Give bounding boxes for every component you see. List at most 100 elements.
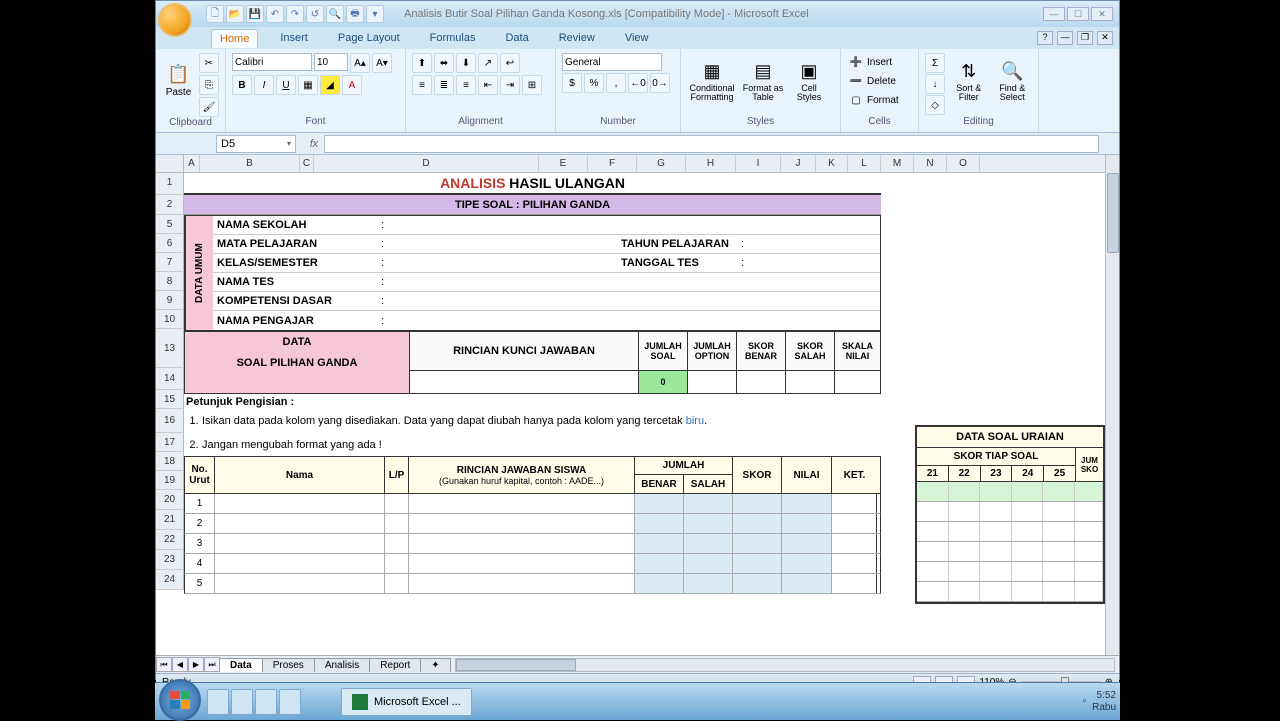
number-format-select[interactable]: [562, 53, 662, 71]
help-icon[interactable]: ?: [1037, 31, 1053, 45]
tab-nav-prev[interactable]: ◀: [172, 657, 188, 672]
table-row[interactable]: 4: [184, 554, 881, 574]
sheet-tab-new[interactable]: ✦: [420, 658, 450, 672]
row-header[interactable]: 13: [156, 329, 184, 368]
col-header[interactable]: G: [637, 155, 686, 172]
tab-home[interactable]: Home: [211, 29, 258, 48]
insert-cells-button[interactable]: ➕Insert: [847, 53, 894, 71]
taskbar-excel-task[interactable]: Microsoft Excel ...: [341, 688, 472, 716]
tab-insert[interactable]: Insert: [272, 29, 316, 47]
tab-review[interactable]: Review: [551, 29, 603, 47]
find-select-button[interactable]: 🔍Find & Select: [993, 53, 1033, 109]
decrease-indent-icon[interactable]: ⇤: [478, 75, 498, 95]
row-header[interactable]: 10: [156, 310, 184, 329]
tab-nav-first[interactable]: ⏮: [156, 657, 172, 672]
col-header[interactable]: D: [314, 155, 539, 172]
row-header[interactable]: 2: [156, 195, 184, 215]
qat-redo2-icon[interactable]: ↺: [306, 5, 324, 23]
paste-button[interactable]: 📋 Paste: [162, 53, 195, 109]
qat-undo-icon[interactable]: ↶: [266, 5, 284, 23]
quick-explorer-icon[interactable]: [231, 689, 253, 715]
formula-input[interactable]: [324, 135, 1099, 153]
qat-more-icon[interactable]: ▾: [366, 5, 384, 23]
row-header[interactable]: 8: [156, 272, 184, 291]
office-button[interactable]: [158, 3, 192, 37]
row-header[interactable]: 6: [156, 234, 184, 253]
tab-page-layout[interactable]: Page Layout: [330, 29, 408, 47]
vscroll-thumb[interactable]: [1107, 173, 1119, 253]
sheet-tab-data[interactable]: Data: [219, 658, 263, 672]
underline-button[interactable]: U: [276, 75, 296, 95]
row-header[interactable]: 9: [156, 291, 184, 310]
table-row[interactable]: 2: [184, 514, 881, 534]
format-cells-button[interactable]: ▢Format: [847, 91, 901, 109]
row-header[interactable]: 17: [156, 433, 184, 452]
close-button[interactable]: ✕: [1091, 7, 1113, 21]
qat-print-icon[interactable]: 🖶: [346, 5, 364, 23]
tab-data[interactable]: Data: [497, 29, 536, 47]
tray-icon[interactable]: ▫: [1083, 696, 1087, 707]
format-painter-icon[interactable]: 🖌: [199, 97, 219, 117]
quick-more-icon[interactable]: [279, 689, 301, 715]
row-header[interactable]: 22: [156, 530, 184, 550]
qat-save-icon[interactable]: 💾: [246, 5, 264, 23]
font-size-select[interactable]: [314, 53, 348, 71]
wrap-text-icon[interactable]: ↩: [500, 53, 520, 73]
font-name-select[interactable]: [232, 53, 312, 71]
col-header[interactable]: K: [816, 155, 848, 172]
align-middle-icon[interactable]: ⬌: [434, 53, 454, 73]
orientation-icon[interactable]: ↗: [478, 53, 498, 73]
col-header[interactable]: L: [848, 155, 881, 172]
col-header[interactable]: J: [781, 155, 816, 172]
hscroll-thumb[interactable]: [456, 659, 576, 671]
doc-close-button[interactable]: ✕: [1097, 31, 1113, 45]
sheet-tab-analisis[interactable]: Analisis: [314, 658, 370, 672]
grid-content[interactable]: ANALISIS HASIL ULANGAN TIPE SOAL : PILIH…: [184, 173, 1105, 655]
qat-new-icon[interactable]: 🗋: [206, 5, 224, 23]
format-as-table-button[interactable]: ▤Format as Table: [741, 53, 785, 109]
row-header[interactable]: 19: [156, 471, 184, 490]
increase-decimal-icon[interactable]: ←0: [628, 73, 648, 93]
table-row[interactable]: 1: [184, 494, 881, 514]
table-row[interactable]: 5: [184, 574, 881, 594]
align-center-icon[interactable]: ≣: [434, 75, 454, 95]
row-header[interactable]: 1: [156, 173, 184, 195]
col-header[interactable]: B: [200, 155, 300, 172]
currency-icon[interactable]: $: [562, 73, 582, 93]
copy-icon[interactable]: ⎘: [199, 75, 219, 95]
row-header[interactable]: 23: [156, 550, 184, 570]
cut-icon[interactable]: ✂: [199, 53, 219, 73]
align-bottom-icon[interactable]: ⬇: [456, 53, 476, 73]
name-box[interactable]: D5: [216, 135, 296, 153]
border-icon[interactable]: ▦: [298, 75, 318, 95]
tab-nav-next[interactable]: ▶: [188, 657, 204, 672]
decrease-decimal-icon[interactable]: 0→: [650, 73, 670, 93]
col-header[interactable]: I: [736, 155, 781, 172]
col-header[interactable]: C: [300, 155, 314, 172]
qat-open-icon[interactable]: 📂: [226, 5, 244, 23]
fill-icon[interactable]: ↓: [925, 74, 945, 94]
quick-browser-icon[interactable]: [255, 689, 277, 715]
doc-minimize-button[interactable]: —: [1057, 31, 1073, 45]
row-header[interactable]: 16: [156, 409, 184, 433]
percent-icon[interactable]: %: [584, 73, 604, 93]
tab-formulas[interactable]: Formulas: [422, 29, 484, 47]
grow-font-icon[interactable]: A▴: [350, 53, 370, 73]
row-header[interactable]: 21: [156, 510, 184, 530]
taskbar-clock[interactable]: 5:52 Rabu: [1092, 690, 1116, 714]
increase-indent-icon[interactable]: ⇥: [500, 75, 520, 95]
clear-icon[interactable]: ◇: [925, 95, 945, 115]
bold-button[interactable]: B: [232, 75, 252, 95]
col-header[interactable]: M: [881, 155, 914, 172]
col-header[interactable]: E: [539, 155, 588, 172]
maximize-button[interactable]: ☐: [1067, 7, 1089, 21]
italic-button[interactable]: I: [254, 75, 274, 95]
qat-preview-icon[interactable]: 🔍: [326, 5, 344, 23]
qat-redo-icon[interactable]: ↷: [286, 5, 304, 23]
col-header[interactable]: H: [686, 155, 736, 172]
col-header[interactable]: O: [947, 155, 980, 172]
tab-view[interactable]: View: [617, 29, 657, 47]
row-header[interactable]: 7: [156, 253, 184, 272]
horizontal-scrollbar[interactable]: [455, 658, 1115, 672]
font-color-icon[interactable]: A: [342, 75, 362, 95]
